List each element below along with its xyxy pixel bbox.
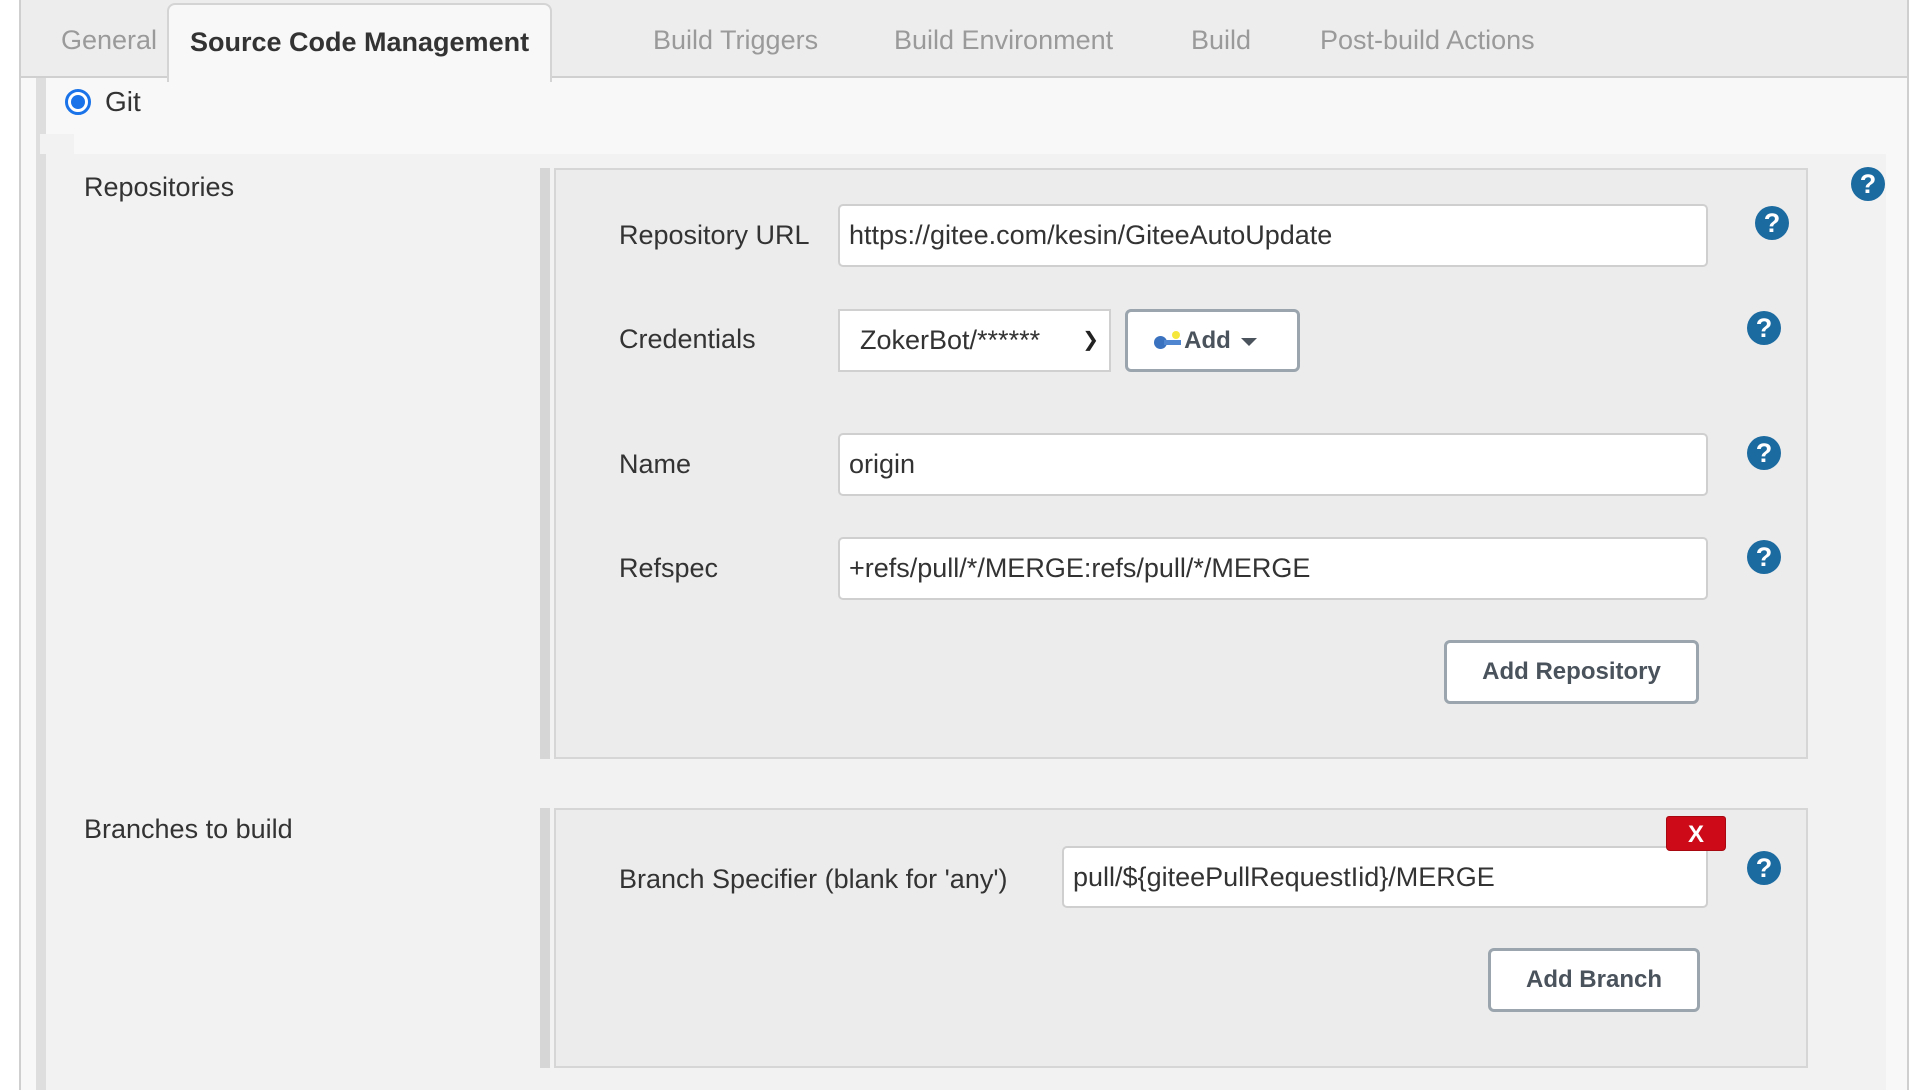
repositories-panel-bar (540, 168, 550, 759)
branches-to-build-label: Branches to build (84, 814, 293, 844)
tab-general[interactable]: General (61, 0, 157, 78)
name-input[interactable]: origin (838, 433, 1708, 496)
tab-build-triggers[interactable]: Build Triggers (653, 0, 818, 78)
repositories-label: Repositories (84, 172, 235, 202)
credentials-label: Credentials (619, 324, 756, 354)
delete-branch-button[interactable]: X (1666, 816, 1726, 851)
add-repository-button[interactable]: Add Repository (1444, 640, 1699, 704)
refspec-label: Refspec (619, 553, 719, 583)
git-radio-button[interactable] (65, 89, 91, 115)
credentials-help-icon[interactable]: ? (1747, 311, 1781, 345)
tab-post-build-actions[interactable]: Post-build Actions (1320, 0, 1535, 78)
git-radio-label[interactable]: Git (105, 85, 141, 119)
chevron-down-icon: ❯ (1082, 329, 1099, 351)
add-credentials-label: Add (1184, 327, 1231, 354)
name-label: Name (619, 449, 692, 479)
refspec-input[interactable]: +refs/pull/*/MERGE:refs/pull/*/MERGE (838, 537, 1708, 600)
branch-specifier-label: Branch Specifier (blank for 'any') (619, 864, 1008, 894)
key-icon (1154, 330, 1182, 351)
repository-url-label: Repository URL (619, 220, 810, 250)
section-indent-bar (36, 78, 46, 1090)
add-credentials-button[interactable]: Add (1125, 309, 1300, 372)
credentials-select[interactable]: ZokerBot/****** ❯ (838, 309, 1111, 372)
branch-specifier-help-icon[interactable]: ? (1747, 851, 1781, 885)
section-notch (40, 134, 74, 154)
repository-url-input[interactable]: https://gitee.com/kesin/GiteeAutoUpdate (838, 204, 1708, 267)
refspec-help-icon[interactable]: ? (1747, 540, 1781, 574)
tab-source-code-management[interactable]: Source Code Management (167, 3, 553, 82)
name-help-icon[interactable]: ? (1747, 436, 1781, 470)
tab-build[interactable]: Build (1191, 0, 1251, 78)
add-branch-button[interactable]: Add Branch (1488, 948, 1700, 1012)
branches-panel-bar (540, 808, 550, 1068)
caret-down-icon (1240, 337, 1257, 346)
git-help-icon[interactable]: ? (1851, 167, 1885, 201)
branch-specifier-input[interactable]: pull/${giteePullRequestIid}/MERGE (1062, 846, 1708, 908)
repository-url-help-icon[interactable]: ? (1755, 206, 1789, 240)
credentials-selected-value: ZokerBot/****** (860, 325, 1041, 355)
config-tab-bar: General Source Code Management Build Tri… (21, 0, 1907, 82)
tab-build-environment[interactable]: Build Environment (894, 0, 1113, 78)
